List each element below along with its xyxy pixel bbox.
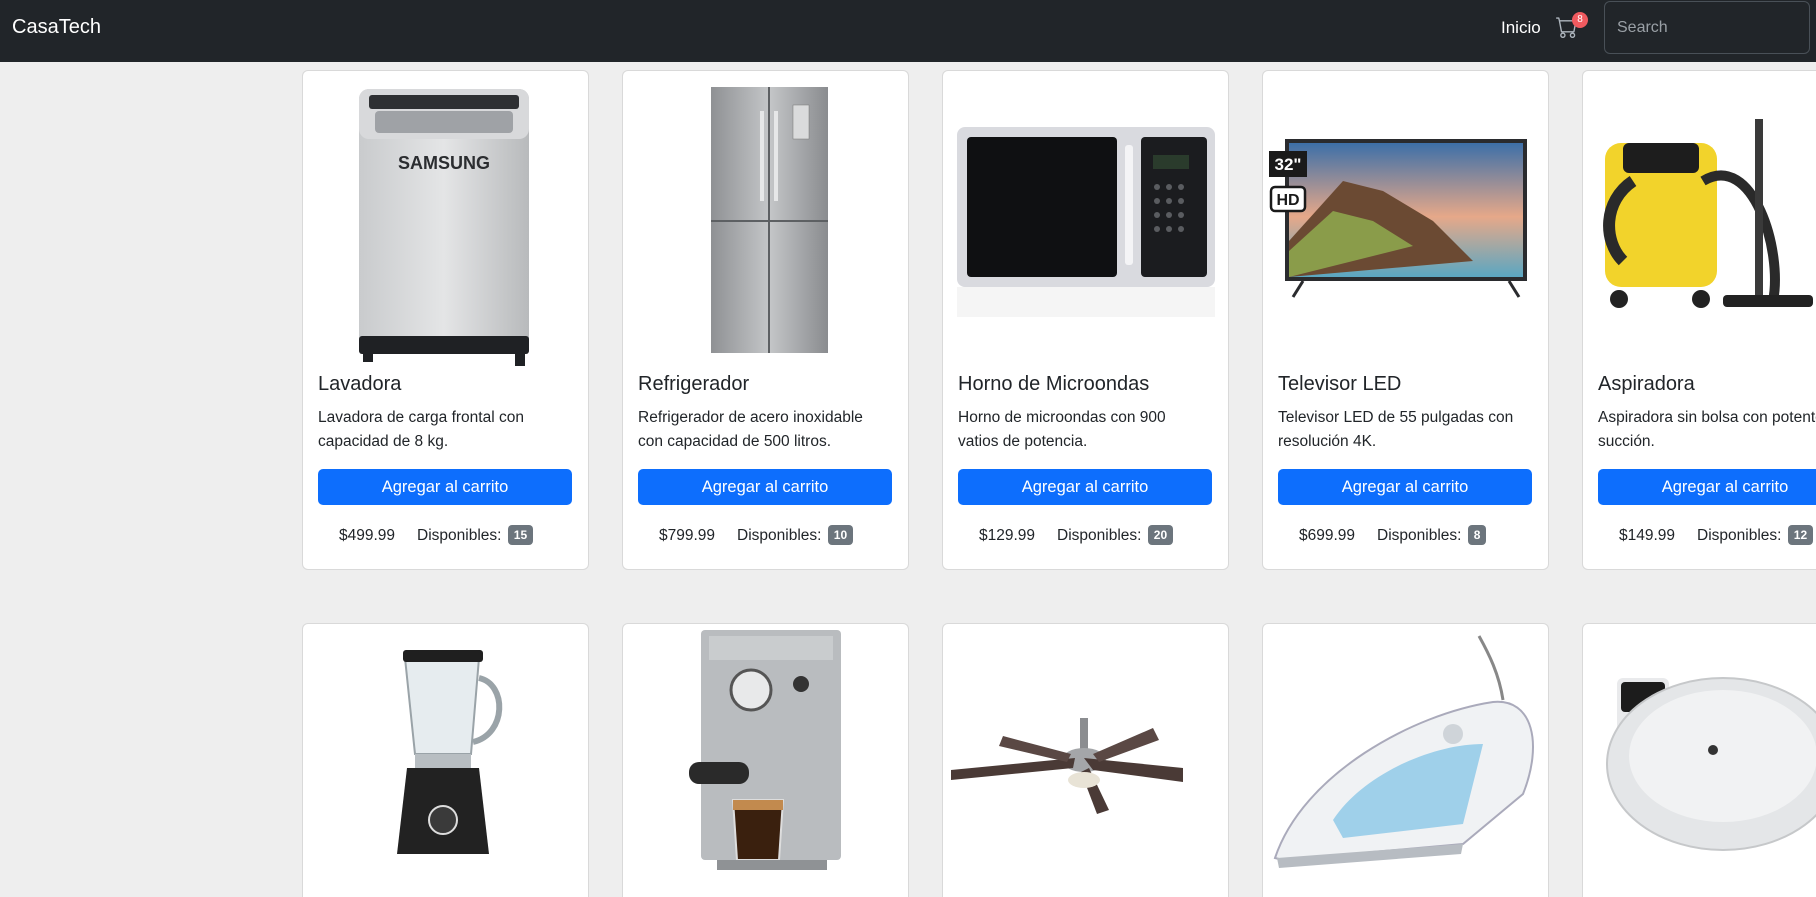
product-image-espresso-machine — [623, 624, 908, 897]
add-to-cart-button[interactable]: Agregar al carrito — [318, 469, 572, 505]
stock-badge: 15 — [507, 525, 534, 545]
product-description: Televisor LED de 55 pulgadas con resoluci… — [1278, 409, 1514, 450]
product-price: $499.99 — [339, 527, 396, 544]
product-price: $799.99 — [659, 527, 716, 544]
product-card: SAMSUNG Lavadora Lavadora de carga front… — [302, 70, 589, 570]
search-input[interactable] — [1604, 1, 1810, 54]
product-price: $699.99 — [1299, 527, 1356, 544]
stock-badge: 12 — [1787, 525, 1814, 545]
product-image-ceiling-fan — [943, 624, 1228, 897]
add-to-cart-button[interactable]: Agregar al carrito — [1278, 469, 1532, 505]
product-card: Aspiradora Aspiradora sin bolsa con pote… — [1582, 70, 1816, 570]
product-description: Horno de microondas con 900 vatios de pot… — [958, 409, 1166, 450]
add-to-cart-button[interactable]: Agregar al carrito — [638, 469, 892, 505]
stock-badge: 20 — [1147, 525, 1174, 545]
stock-badge: 8 — [1467, 525, 1487, 545]
stock-label: Disponibles: — [417, 527, 502, 544]
product-card-body: Refrigerador Refrigerador de acero inoxi… — [638, 373, 893, 545]
product-description: Lavadora de carga frontal con capacidad d… — [318, 409, 524, 450]
brand-logo[interactable]: CasaTech — [12, 16, 101, 39]
nav-link-inicio[interactable]: Inicio — [1501, 18, 1541, 38]
product-card: 32" HD Televisor LED Televisor LED de 55… — [1262, 70, 1549, 570]
product-description: Aspiradora sin bolsa con potente succión. — [1598, 409, 1816, 450]
product-price: $129.99 — [979, 527, 1036, 544]
cart-count-badge: 8 — [1572, 12, 1588, 28]
product-meta: $699.99 Disponibles: 8 — [1278, 525, 1533, 545]
product-card-body: Televisor LED Televisor LED de 55 pulgad… — [1278, 373, 1533, 545]
product-card-body: Lavadora Lavadora de carga frontal con ca… — [318, 373, 573, 545]
product-image-robot-vacuum — [1583, 624, 1816, 897]
product-card — [942, 623, 1229, 897]
product-card — [302, 623, 589, 897]
product-title: Aspiradora — [1598, 373, 1695, 395]
product-title: Horno de Microondas — [958, 373, 1150, 395]
stock-label: Disponibles: — [737, 527, 822, 544]
product-meta: $149.99 Disponibles: 12 — [1598, 525, 1816, 545]
product-price: $149.99 — [1619, 527, 1676, 544]
tv-hd-tag: HD — [1276, 192, 1299, 209]
product-title: Refrigerador — [638, 373, 750, 395]
product-image-steam-iron — [1263, 624, 1548, 897]
product-image-microwave — [943, 71, 1228, 371]
product-title: Televisor LED — [1278, 373, 1402, 395]
product-card: Horno de Microondas Horno de microondas … — [942, 70, 1229, 570]
tv-size-tag: 32" — [1275, 155, 1302, 174]
product-image-blender — [303, 624, 588, 897]
stock-label: Disponibles: — [1697, 527, 1782, 544]
product-card-body: Aspiradora Aspiradora sin bolsa con pote… — [1598, 373, 1816, 545]
product-meta: $129.99 Disponibles: 20 — [958, 525, 1213, 545]
stock-label: Disponibles: — [1377, 527, 1462, 544]
product-card — [622, 623, 909, 897]
add-to-cart-button[interactable]: Agregar al carrito — [1598, 469, 1816, 505]
product-description: Refrigerador de acero inoxidable con capa… — [638, 409, 863, 450]
product-brand-text: SAMSUNG — [398, 153, 490, 173]
product-card — [1582, 623, 1816, 897]
product-title: Lavadora — [318, 373, 402, 395]
product-image-refrigerator — [623, 71, 908, 371]
cart-button[interactable]: 8 — [1556, 12, 1590, 46]
product-image-washing-machine: SAMSUNG — [303, 71, 588, 371]
product-image-tv: 32" HD — [1263, 71, 1548, 371]
product-meta: $799.99 Disponibles: 10 — [638, 525, 893, 545]
stock-label: Disponibles: — [1057, 527, 1142, 544]
product-meta: $499.99 Disponibles: 15 — [318, 525, 573, 545]
product-card-body: Horno de Microondas Horno de microondas … — [958, 373, 1213, 545]
product-card — [1262, 623, 1549, 897]
product-image-vacuum — [1583, 71, 1816, 371]
add-to-cart-button[interactable]: Agregar al carrito — [958, 469, 1212, 505]
product-card: Refrigerador Refrigerador de acero inoxi… — [622, 70, 909, 570]
navbar: CasaTech Inicio 8 — [0, 0, 1816, 62]
stock-badge: 10 — [827, 525, 854, 545]
